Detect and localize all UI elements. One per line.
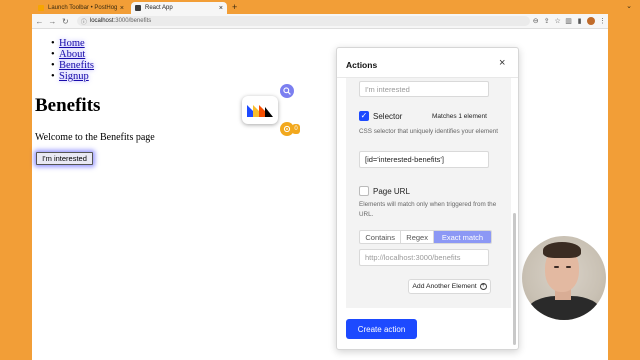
web-page: Home About Benefits Signup Benefits Welc… <box>32 29 608 360</box>
profile-avatar[interactable] <box>587 17 595 25</box>
reload-icon[interactable]: ↻ <box>60 16 71 27</box>
back-arrow-icon[interactable]: ← <box>34 16 45 27</box>
match-mode-contains[interactable]: Contains <box>360 231 402 243</box>
extensions-icon[interactable]: ▥ <box>563 17 574 25</box>
nav-link-signup[interactable]: Signup <box>59 71 89 82</box>
close-icon[interactable]: × <box>499 57 505 69</box>
url-input[interactable]: http://localhost:3000/benefits <box>359 249 489 266</box>
tab-search-icon[interactable]: ⌄ <box>626 2 632 10</box>
actions-panel: Actions × I'm interested ✓ Selector Matc… <box>336 47 519 350</box>
presenter-eye <box>566 266 571 268</box>
match-mode-exact[interactable]: Exact match <box>433 231 491 243</box>
tab-react-app[interactable]: React App × <box>131 2 227 14</box>
browser-toolbar: ← → ↻ ⓘ localhost:3000/benefits ⊖ ⇪ ☆ ▥ … <box>32 14 608 29</box>
plus-circle-icon: + <box>479 283 487 290</box>
match-mode-regex[interactable]: Regex <box>401 231 434 243</box>
posthog-favicon-icon <box>38 5 44 11</box>
posthog-toolbar-bubble[interactable] <box>242 96 278 124</box>
panel-title: Actions <box>346 60 378 70</box>
tab-label: Launch Toolbar • PostHog <box>48 5 118 11</box>
actions-count-badge: 0 <box>292 124 300 134</box>
interested-button[interactable]: I'm interested <box>36 152 93 165</box>
matches-count-text: Matches 1 element <box>432 113 487 120</box>
tab-close-icon[interactable]: × <box>219 5 223 12</box>
target-icon <box>283 125 291 133</box>
react-favicon-icon <box>135 5 141 11</box>
posthog-logo-icon <box>247 105 273 117</box>
presenter-hair <box>543 242 581 258</box>
sidepanel-icon[interactable]: ▮ <box>574 17 585 25</box>
url-path: :3000/benefits <box>113 18 152 24</box>
welcome-text: Welcome to the Benefits page <box>35 132 155 143</box>
selector-checkbox[interactable]: ✓ <box>359 111 369 121</box>
url-match-mode-toggle: Contains Regex Exact match <box>359 230 492 244</box>
url-host: localhost <box>89 18 114 24</box>
new-tab-button[interactable]: + <box>232 2 237 12</box>
page-url-label: Page URL <box>373 187 410 196</box>
nav-item-signup: Signup <box>51 71 94 82</box>
page-url-checkbox[interactable] <box>359 186 369 196</box>
menu-kebab-icon[interactable]: ⋮ <box>597 17 608 25</box>
zoom-icon[interactable]: ⊖ <box>530 17 541 25</box>
selector-label: Selector <box>373 112 403 121</box>
toolbar-search-button[interactable] <box>280 84 294 98</box>
element-definition-card: I'm interested ✓ Selector Matches 1 elem… <box>346 78 511 308</box>
nav-link-benefits[interactable]: Benefits <box>59 60 94 71</box>
site-nav: Home About Benefits Signup <box>51 38 94 82</box>
nav-link-about[interactable]: About <box>59 49 85 60</box>
add-element-label: Add Another Element <box>412 283 477 290</box>
webcam-overlay <box>522 236 606 320</box>
nav-link-home[interactable]: Home <box>59 38 85 49</box>
forward-arrow-icon[interactable]: → <box>47 16 58 27</box>
selector-help-text: CSS selector that uniquely identifies yo… <box>359 128 498 135</box>
add-element-button[interactable]: Add Another Element + <box>408 279 491 294</box>
page-title: Benefits <box>35 95 101 116</box>
info-icon[interactable]: ⓘ <box>81 17 87 26</box>
nav-item-about: About <box>51 49 94 60</box>
presenter-eye <box>554 266 559 268</box>
nav-item-home: Home <box>51 38 94 49</box>
element-text-input[interactable]: I'm interested <box>359 81 489 97</box>
panel-header: Actions × <box>337 48 518 78</box>
url-help-text: Elements will match only when triggered … <box>359 201 497 218</box>
panel-scrollbar[interactable] <box>513 213 516 345</box>
magnifier-icon <box>283 87 291 95</box>
share-icon[interactable]: ⇪ <box>541 17 552 25</box>
browser-tabbar: Launch Toolbar • PostHog × React App × +… <box>0 0 640 14</box>
create-action-button[interactable]: Create action <box>346 319 417 339</box>
bookmark-star-icon[interactable]: ☆ <box>552 17 563 25</box>
tab-close-icon[interactable]: × <box>120 5 124 12</box>
selector-input[interactable]: [id='interested-benefits'] <box>359 151 489 168</box>
tab-label: React App <box>145 5 173 11</box>
address-bar[interactable]: ⓘ localhost:3000/benefits <box>76 16 531 26</box>
nav-item-benefits: Benefits <box>51 60 94 71</box>
tab-posthog[interactable]: Launch Toolbar • PostHog × <box>34 2 128 14</box>
